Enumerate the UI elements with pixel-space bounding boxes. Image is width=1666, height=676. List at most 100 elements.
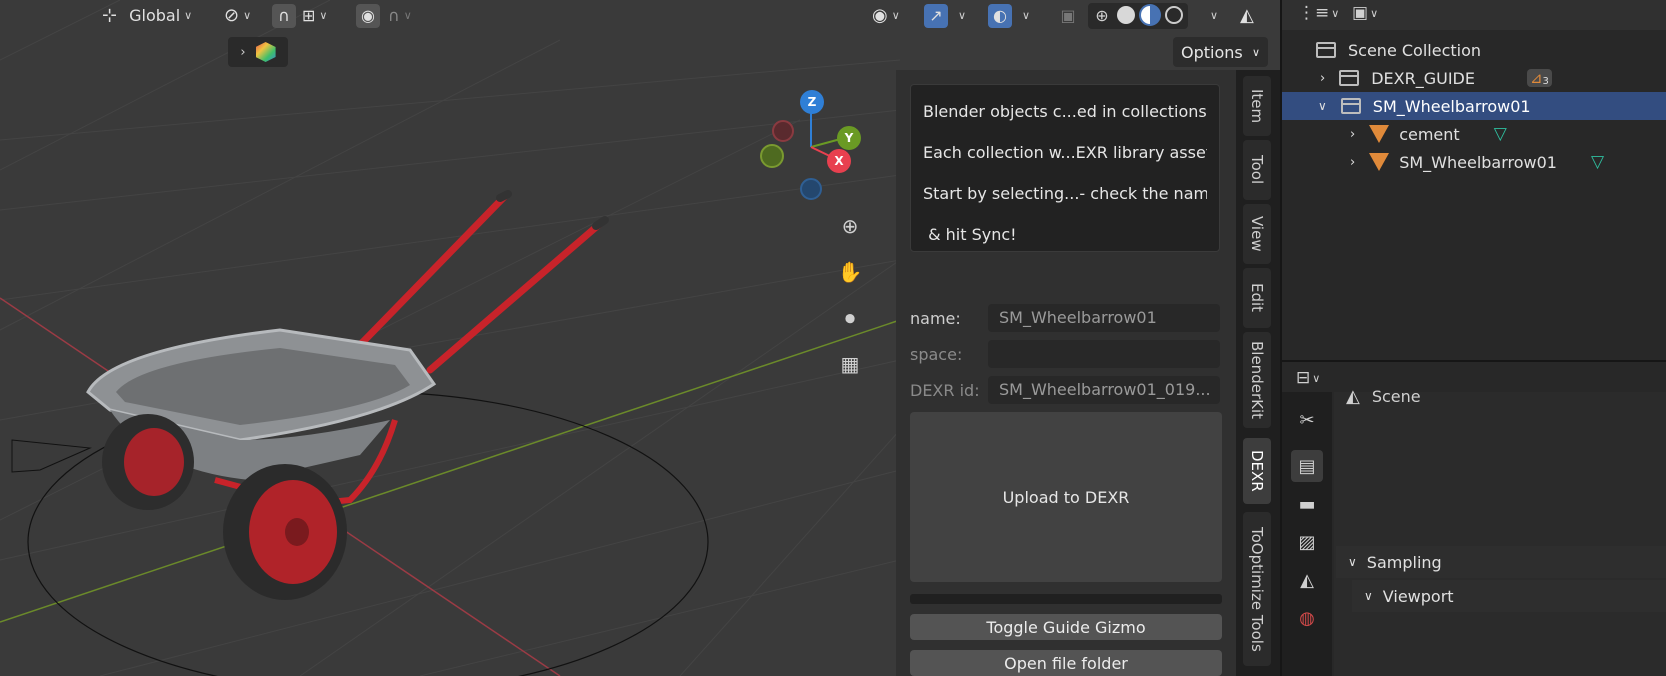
- camera-icon: ⏺: [845, 306, 855, 330]
- tab-dexr-label: DEXR: [1248, 450, 1266, 492]
- pivot-icon: ⊘: [224, 5, 240, 26]
- editor-type-dropdown[interactable]: ⊟ ∨: [1296, 368, 1320, 388]
- view-layer-properties-tab[interactable]: ▨: [1291, 526, 1323, 558]
- asset-browser-toggle[interactable]: ›: [228, 37, 288, 67]
- toggle-guide-gizmo-button[interactable]: Toggle Guide Gizmo: [910, 614, 1222, 640]
- sidebar-tabs: Item Tool View Edit BlenderKit DEXR ToOp…: [1236, 70, 1280, 676]
- gizmo-z-axis[interactable]: Z: [800, 90, 824, 114]
- tab-tool[interactable]: Tool: [1243, 140, 1271, 200]
- mesh-data-icon[interactable]: ▽: [1591, 152, 1604, 172]
- child-count-badge: 3: [1542, 76, 1549, 87]
- snap-toggle[interactable]: ∩: [272, 3, 296, 28]
- perspective-toggle-button[interactable]: ▦: [832, 346, 868, 382]
- collection-icon: [1316, 42, 1336, 58]
- gizmo-neg-x-axis[interactable]: [772, 120, 794, 142]
- transform-orientation-value: Global: [129, 6, 181, 25]
- mesh-object-icon: [1369, 125, 1390, 143]
- pan-button[interactable]: ✋: [832, 254, 868, 290]
- guide-line-2: Each collection w...EXR library asset.: [923, 143, 1207, 162]
- cement-label: cement: [1399, 124, 1460, 144]
- chevron-down-icon: ∨: [1370, 6, 1379, 20]
- mesh-data-icon[interactable]: ▽: [1494, 124, 1507, 144]
- viewport-subpanel-header[interactable]: ∨ Viewport: [1352, 580, 1666, 612]
- camera-view-button[interactable]: ⏺: [832, 300, 868, 336]
- sampling-panel-header[interactable]: ∨ Sampling: [1336, 546, 1666, 578]
- tab-item[interactable]: Item: [1243, 76, 1271, 136]
- dexr-sidebar-panel: Blender objects c...ed in collections. E…: [896, 70, 1236, 676]
- visibility-dropdown[interactable]: ◉ ∨: [872, 3, 900, 28]
- outliner-row-sm-wheelbarrow01-collection[interactable]: ∨ SM_Wheelbarrow01: [1282, 92, 1666, 120]
- gizmo-y-axis[interactable]: Y: [837, 126, 861, 150]
- space-field[interactable]: [988, 340, 1220, 368]
- snap-increment-icon: ⊞: [302, 6, 316, 25]
- outliner-row-scene-collection[interactable]: Scene Collection: [1282, 36, 1666, 64]
- zoom-button[interactable]: ⊕: [832, 208, 868, 244]
- chevron-down-icon: ∨: [319, 9, 328, 22]
- shading-options-dropdown[interactable]: ∨: [1210, 3, 1218, 28]
- upload-to-dexr-button[interactable]: Upload to DEXR: [910, 412, 1222, 582]
- solid-sphere-icon: [1117, 6, 1135, 24]
- outliner-row-cement[interactable]: › cement ▽: [1282, 120, 1666, 148]
- orientation-icon: ⊹: [102, 5, 118, 26]
- scene-properties-tab[interactable]: ◭: [1291, 564, 1323, 596]
- properties-content: [1334, 392, 1666, 676]
- rendered-sphere-icon: [1165, 6, 1183, 24]
- chevron-right-icon[interactable]: ›: [1320, 71, 1325, 86]
- gizmo-neg-z-axis[interactable]: [800, 178, 822, 200]
- open-file-folder-button[interactable]: Open file folder: [910, 650, 1222, 676]
- empty-object-icon[interactable]: ⊿ 3: [1526, 69, 1552, 87]
- tab-tool-label: Tool: [1248, 155, 1266, 185]
- output-properties-tab[interactable]: ▬: [1291, 488, 1323, 520]
- tab-dexr[interactable]: DEXR: [1243, 438, 1271, 504]
- transform-orientation-dropdown[interactable]: ⊹ Global ∨: [102, 3, 192, 28]
- material-preview-button[interactable]: [1139, 4, 1161, 26]
- outliner-tree-icon: ⋮≡: [1298, 3, 1330, 23]
- falloff-dropdown[interactable]: ∩ ∨: [388, 3, 412, 28]
- tab-tooptimize-tools[interactable]: ToOptimize Tools: [1243, 512, 1271, 666]
- sampling-label: Sampling: [1366, 552, 1442, 572]
- tab-edit[interactable]: Edit: [1243, 268, 1271, 328]
- navigation-gizmo[interactable]: Z Y X: [760, 86, 880, 206]
- dexr-id-field[interactable]: SM_Wheelbarrow01_019...: [988, 376, 1220, 404]
- wireframe-shading-button[interactable]: ⊕: [1091, 4, 1113, 26]
- gizmo-neg-y-axis[interactable]: [760, 144, 784, 168]
- options-dropdown[interactable]: Options ∨: [1173, 37, 1268, 67]
- gizmo-toggle[interactable]: ↗ ∨: [924, 3, 966, 28]
- world-properties-tab[interactable]: ◍: [1291, 602, 1323, 634]
- outliner-row-dexr-guide[interactable]: › DEXR_GUIDE ⊿ 3: [1282, 64, 1666, 92]
- rendered-shading-button[interactable]: [1163, 4, 1185, 26]
- render-properties-tab[interactable]: ▤: [1291, 450, 1323, 482]
- pivot-dropdown[interactable]: ⊘ ∨: [224, 3, 251, 28]
- tab-view[interactable]: View: [1243, 204, 1271, 264]
- overlays-toggle[interactable]: ◐ ∨: [988, 3, 1030, 28]
- space-field-row: space:: [910, 340, 1220, 368]
- world-globe-icon: ◍: [1299, 607, 1315, 629]
- printer-icon: ▬: [1298, 493, 1316, 515]
- name-field[interactable]: SM_Wheelbarrow01: [988, 304, 1220, 332]
- chevron-down-icon: ∨: [958, 9, 967, 22]
- xray-toggle[interactable]: ▣: [1056, 3, 1080, 28]
- tab-blenderkit[interactable]: BlenderKit: [1243, 332, 1271, 428]
- gizmo-x-axis[interactable]: X: [827, 149, 851, 173]
- snap-magnet-icon: ∩: [272, 3, 296, 28]
- chevron-right-icon[interactable]: ›: [1350, 155, 1355, 170]
- proportional-editing-toggle[interactable]: ◉: [356, 3, 380, 28]
- image-filter-icon: ▣: [1352, 3, 1369, 23]
- tab-edit-label: Edit: [1248, 283, 1266, 313]
- solid-shading-button[interactable]: [1115, 4, 1137, 26]
- viewport-label: Viewport: [1382, 586, 1454, 606]
- chevron-down-icon: ∨: [1312, 371, 1321, 385]
- filter-dropdown[interactable]: ▣ ∨: [1352, 3, 1378, 23]
- progress-bar: [910, 594, 1222, 604]
- tool-properties-tab[interactable]: ✂: [1291, 404, 1323, 436]
- outliner: ⋮≡ ∨ ▣ ∨ Scene Collection › DEXR_GUIDE ⊿…: [1280, 0, 1666, 360]
- chevron-down-icon[interactable]: ∨: [1318, 99, 1327, 113]
- collection-icon: [1339, 70, 1360, 86]
- chevron-right-icon[interactable]: ›: [1350, 127, 1355, 142]
- dexr-id-field-row: DEXR id: SM_Wheelbarrow01_019...: [910, 376, 1220, 404]
- display-mode-dropdown[interactable]: ⋮≡ ∨: [1298, 3, 1339, 23]
- outliner-row-sm-wheelbarrow01-object[interactable]: › SM_Wheelbarrow01 ▽: [1282, 148, 1666, 176]
- render-preview-button[interactable]: ◭: [1240, 3, 1254, 28]
- snap-target-dropdown[interactable]: ⊞ ∨: [302, 3, 327, 28]
- tab-view-label: View: [1248, 216, 1266, 252]
